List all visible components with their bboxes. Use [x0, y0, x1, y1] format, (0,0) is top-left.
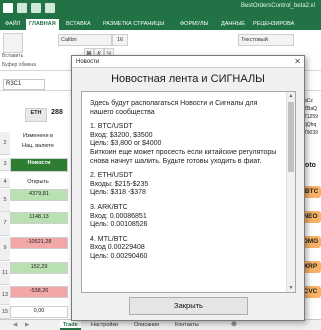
row-header-5[interactable]: 5 — [0, 189, 10, 212]
cell-open-label[interactable]: Открыть — [10, 178, 66, 187]
news-button-cell[interactable]: Новости — [10, 158, 68, 172]
tab-insert[interactable]: ВСТАВКА — [63, 19, 94, 30]
right-fragment-3: 71259 — [304, 114, 318, 120]
row-header-7[interactable]: 7 — [0, 212, 10, 236]
signal-note: Биткоин еще может просесть если китайски… — [90, 148, 277, 165]
dialog-heading: Новостная лента и СИГНАЛЫ — [111, 73, 265, 85]
cell-eth-value[interactable]: 288 — [47, 108, 67, 120]
cell-change-label-2[interactable]: Нац. валюте — [10, 142, 66, 152]
font-size-select[interactable]: 16 — [112, 34, 128, 46]
row-header-15[interactable]: 15 — [0, 306, 10, 319]
row-header-3[interactable]: 3 — [0, 158, 10, 171]
signal-title: 3. ARK/BTC — [90, 203, 128, 211]
cell-eth[interactable]: ETH — [25, 108, 47, 122]
dialog-title: Новости — [76, 59, 100, 65]
signal-title: 4. MTL/BTC — [90, 235, 128, 243]
right-fragment-5: 79039 — [304, 130, 318, 136]
signal-target: Цель: $318 -$378 — [90, 189, 146, 197]
signal-item: 1. BTC/USDT Вход: $3200, $3500 Цель: $3,… — [90, 123, 280, 166]
cell-value-6[interactable]: 0,00 — [10, 306, 68, 318]
signal-target: Цель: $3,800 or $4000 — [90, 140, 162, 148]
cell-value-2[interactable]: 1148,13 — [10, 212, 68, 224]
tab-formulas[interactable]: ФОРМУЛЫ — [177, 19, 211, 30]
cell-change-label-1[interactable]: Изменени в — [10, 132, 66, 142]
close-icon[interactable]: ✕ — [294, 56, 301, 68]
scrollbar[interactable]: ▲ ▼ — [286, 92, 295, 292]
row-header-9[interactable]: 9 — [0, 237, 10, 261]
scroll-thumb[interactable] — [288, 102, 294, 172]
clipboard-group-label: Буфер обмена — [2, 62, 36, 68]
tab-home[interactable]: ГЛАВНАЯ — [26, 19, 59, 30]
window-title: BestOrdersControl_beta2.xl — [240, 3, 315, 9]
right-fragment-4: qQhq — [304, 122, 317, 128]
signal-title: 2. ETH/USDT — [90, 172, 133, 180]
signal-entry: Входы: $215-$235 — [90, 180, 149, 188]
right-fragment-1: aCz — [304, 98, 313, 104]
news-dialog: Новости ✕ Новостная лента и СИГНАЛЫ Здес… — [71, 55, 305, 321]
tab-page-layout[interactable]: РАЗМЕТКА СТРАНИЦЫ — [100, 19, 167, 30]
signal-entry: Вход 0.00229408 — [90, 244, 145, 252]
redo-icon[interactable] — [45, 3, 55, 13]
signal-entry: Вход: $3200, $3500 — [90, 131, 153, 139]
scroll-down-icon[interactable]: ▼ — [287, 284, 295, 292]
excel-logo-icon — [3, 3, 13, 13]
signal-item: 2. ETH/USDT Входы: $215-$235 Цель: $318 … — [90, 172, 280, 198]
scroll-up-icon[interactable]: ▲ — [287, 92, 295, 100]
cell-value-1[interactable]: 4379,81 — [10, 189, 68, 201]
signal-target: Цель: 0.00108526 — [90, 221, 148, 229]
signal-item: 3. ARK/BTC Вход: 0.00086851 Цель: 0.0010… — [90, 204, 280, 230]
signal-item: 4. MTL/BTC Вход 0.00229408 Цель: 0.00290… — [90, 236, 280, 262]
dialog-title-bar: Новости ✕ — [72, 56, 304, 68]
row-header-11[interactable]: 11 — [0, 262, 10, 285]
news-text: Здесь будут располагаться Новости и Сигн… — [90, 100, 280, 262]
tab-review[interactable]: РЕЦЕНЗИРОВА — [250, 19, 297, 30]
signal-target: Цель: 0.00290460 — [90, 252, 148, 260]
row-header-13[interactable]: 13 — [0, 286, 10, 305]
right-fragment-2: ZBaQ — [304, 106, 318, 112]
cell-value-3[interactable]: -10521,28 — [10, 237, 68, 249]
number-format-select[interactable]: Текстовый — [238, 34, 294, 46]
save-icon[interactable] — [17, 3, 27, 13]
tab-file[interactable]: ФАЙЛ — [2, 19, 23, 30]
row-header-2[interactable]: 2 — [0, 132, 10, 155]
undo-icon[interactable] — [31, 3, 41, 13]
paste-label: Вставить — [2, 53, 24, 59]
font-name-select[interactable]: Calibri — [58, 34, 112, 46]
signal-entry: Вход: 0.00086851 — [90, 212, 147, 220]
news-intro: Здесь будут располагаться Новости и Сигн… — [90, 100, 258, 116]
ribbon-tabs: ФАЙЛ ГЛАВНАЯ ВСТАВКА РАЗМЕТКА СТРАНИЦЫ Ф… — [0, 18, 321, 30]
cell-value-4[interactable]: 152,29 — [10, 262, 68, 274]
cell-value-5[interactable]: -538,26 — [10, 286, 68, 298]
paste-icon[interactable] — [3, 33, 23, 53]
news-textbox[interactable]: Здесь будут располагаться Новости и Сигн… — [81, 91, 296, 293]
close-button[interactable]: Закрыть — [129, 297, 248, 315]
excel-title-bar: BestOrdersControl_beta2.xl — [0, 0, 321, 18]
signal-title: 1. BTC/USDT — [90, 123, 133, 131]
tab-data[interactable]: ДАННЫЕ — [218, 19, 248, 30]
name-box[interactable]: R3C1 — [3, 79, 45, 90]
row-header-4[interactable]: 4 — [0, 178, 10, 188]
